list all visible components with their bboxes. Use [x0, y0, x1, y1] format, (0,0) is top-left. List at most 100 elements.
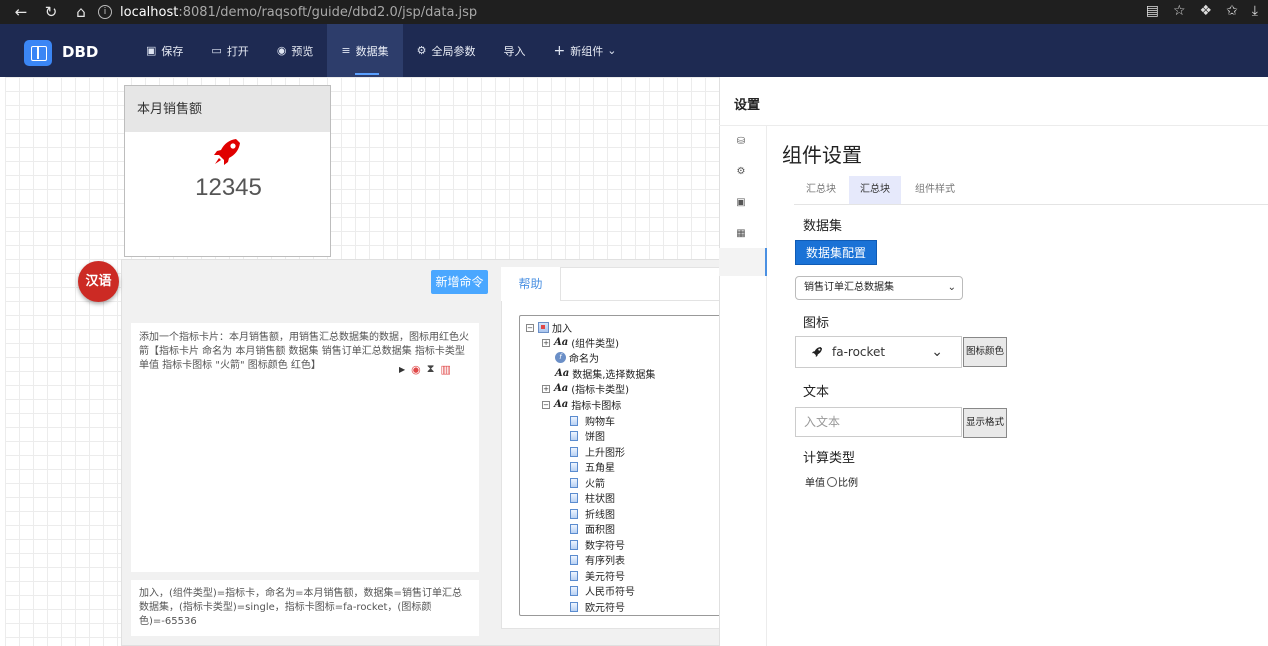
extensions-icon[interactable]: ❖ — [1200, 3, 1213, 19]
dataset-config-button[interactable]: 数据集配置 — [795, 240, 877, 265]
info-icon[interactable]: i — [98, 5, 112, 19]
tree-node-dataset[interactable]: Aa 数据集,选择数据集 — [555, 366, 655, 381]
tree-leaf[interactable]: 美元符号 — [570, 568, 625, 583]
grid-icon[interactable]: ▦ — [735, 228, 747, 240]
doc-icon — [570, 492, 578, 503]
app-logo-text: DBD — [62, 43, 99, 61]
menu-open[interactable]: ▭ 打开 — [197, 24, 262, 77]
new-command-button[interactable]: 新增命令 — [431, 270, 488, 294]
collapse-icon[interactable]: − — [526, 323, 534, 332]
text-input[interactable]: 入文本 — [795, 407, 962, 437]
tree-leaf[interactable]: 柱状图 — [570, 490, 615, 505]
tab-help[interactable]: 帮助 — [501, 267, 561, 301]
dataset-label: 数据集 — [803, 219, 843, 234]
tree-leaf-label: 美元符号 — [585, 572, 625, 583]
tab-underline — [794, 204, 1268, 205]
menu-dataset[interactable]: ≡ 数据集 — [327, 24, 403, 77]
collapse-icon[interactable]: − — [542, 400, 550, 409]
database-icon[interactable]: ⛁ — [735, 136, 747, 148]
icon-select[interactable]: fa-rocket ⌄ — [795, 336, 962, 368]
address-bar[interactable]: i localhost:8081/demo/raqsoft/guide/dbd2… — [98, 2, 1088, 22]
tree-leaf[interactable]: 有序列表 — [570, 552, 625, 567]
play-icon[interactable]: ▶ — [399, 365, 405, 374]
trash-icon[interactable]: ▥ — [441, 363, 451, 376]
metric-card[interactable]: 本月销售额 12345 — [124, 85, 331, 257]
tree-leaf[interactable]: 折线图 — [570, 506, 615, 521]
command-actions: ▶ ◉ ⧗ ▥ — [399, 362, 451, 376]
text-type-icon: Aa — [554, 399, 569, 410]
display-format-button[interactable]: 显示格式 — [963, 408, 1007, 438]
text-label: 文本 — [803, 385, 830, 400]
text-type-icon: Aa — [555, 368, 570, 379]
tab-component-style[interactable]: 组件样式 — [904, 176, 966, 204]
doc-icon — [570, 585, 578, 596]
menu-global-params[interactable]: ⚙ 全局参数 — [403, 24, 490, 77]
doc-icon — [570, 415, 578, 426]
calc-ratio-radio[interactable] — [827, 476, 837, 487]
tree-label: (指标卡类型) — [571, 385, 630, 396]
tree-leaf[interactable]: 人民币符号 — [570, 583, 635, 598]
tree-leaf[interactable]: 数字符号 — [570, 537, 625, 552]
tree-node-card-type[interactable]: + Aa (指标卡类型) — [542, 381, 629, 396]
menu-save-label: 保存 — [161, 44, 184, 58]
doc-icon — [570, 570, 578, 581]
menu-preview[interactable]: ◉ 预览 — [263, 24, 328, 77]
tree-leaf[interactable]: 五角星 — [570, 459, 615, 474]
hourglass-icon[interactable]: ⧗ — [427, 362, 435, 376]
doc-icon — [570, 477, 578, 488]
tree-leaf[interactable]: 火箭 — [570, 475, 605, 490]
tab-summary-1[interactable]: 汇总块 — [795, 176, 847, 204]
menu-new-component[interactable]: + 新组件 ⌄ — [540, 24, 631, 77]
record-icon[interactable]: ◉ — [411, 363, 421, 376]
tree-leaf[interactable]: 欧元符号 — [570, 599, 625, 614]
back-icon[interactable]: ← — [6, 3, 36, 21]
tree-node-card-icon[interactable]: − Aa 指标卡图标 — [542, 397, 621, 412]
browser-nav: ← ↻ ⌂ — [0, 3, 96, 21]
download-icon[interactable]: ⤓ — [1252, 3, 1258, 19]
command-textarea[interactable]: 添加一个指标卡片：本月销售额，用销售汇总数据集的数据，图标用红色火箭【指标卡片 … — [131, 323, 479, 572]
menu-import[interactable]: 导入 — [490, 24, 540, 77]
tree-leaf-label: 面积图 — [585, 525, 615, 536]
text-type-icon: Aa — [554, 383, 569, 394]
tree-leaf[interactable]: 购物车 — [570, 413, 615, 428]
reload-icon[interactable]: ↻ — [36, 3, 66, 21]
tree-leaf-label: 人民币符号 — [585, 587, 635, 598]
file-icon[interactable]: ▣ — [735, 197, 747, 209]
doc-icon — [570, 508, 578, 519]
favorites-icon[interactable]: ✩ — [1226, 3, 1238, 19]
icon-color-button[interactable]: 图标颜色 — [963, 337, 1007, 367]
tree-leaf[interactable]: 饼图 — [570, 428, 605, 443]
dataset-select[interactable]: 销售订单汇总数据集 ⌄ — [795, 276, 963, 300]
tree-node-name-as[interactable]: f 命名为 — [555, 350, 599, 365]
component-settings-title: 组件设置 — [782, 143, 862, 167]
doc-icon — [570, 430, 578, 441]
home-icon[interactable]: ⌂ — [66, 3, 96, 21]
tree-node-component-type[interactable]: + Aa (组件类型) — [542, 335, 619, 350]
language-badge[interactable]: 汉语 — [78, 261, 119, 302]
browser-toolbar: ← ↻ ⌂ i localhost:8081/demo/raqsoft/guid… — [0, 0, 1268, 24]
menu-save[interactable]: ▣ 保存 — [132, 24, 197, 77]
reader-icon[interactable]: ▤ — [1146, 3, 1159, 19]
parse-result: 加入，(组件类型)=指标卡，命名为=本月销售额，数据集=销售订单汇总数据集，(指… — [131, 580, 479, 636]
doc-icon — [570, 539, 578, 550]
url-path: :8081/demo/raqsoft/guide/dbd2.0/jsp/data… — [178, 4, 478, 20]
tree-leaf[interactable]: 上升图形 — [570, 444, 625, 459]
expand-icon[interactable]: + — [542, 338, 550, 347]
expand-icon[interactable]: + — [542, 384, 550, 393]
star-icon[interactable]: ☆ — [1173, 3, 1186, 19]
calc-type-radios: 单值 比例 — [805, 474, 858, 489]
doc-icon — [570, 601, 578, 612]
tree-leaf[interactable]: 面积图 — [570, 521, 615, 536]
chevron-down-icon: ⌄ — [931, 344, 943, 360]
logo-icon — [24, 40, 52, 66]
tree-leaf-label: 有序列表 — [585, 556, 625, 567]
dataset-select-value: 销售订单汇总数据集 — [804, 282, 894, 293]
tree-node-root[interactable]: − 加入 — [526, 320, 572, 335]
tab-summary-2[interactable]: 汇总块 — [849, 176, 901, 204]
tree-root-label: 加入 — [552, 324, 572, 335]
gear-icon[interactable]: ⚙ — [735, 166, 747, 178]
menu-global-params-label: 全局参数 — [431, 44, 476, 58]
tree-leaf-label: 折线图 — [585, 510, 615, 521]
calc-type-label: 计算类型 — [803, 451, 856, 466]
tree-label: 指标卡图标 — [571, 401, 622, 412]
